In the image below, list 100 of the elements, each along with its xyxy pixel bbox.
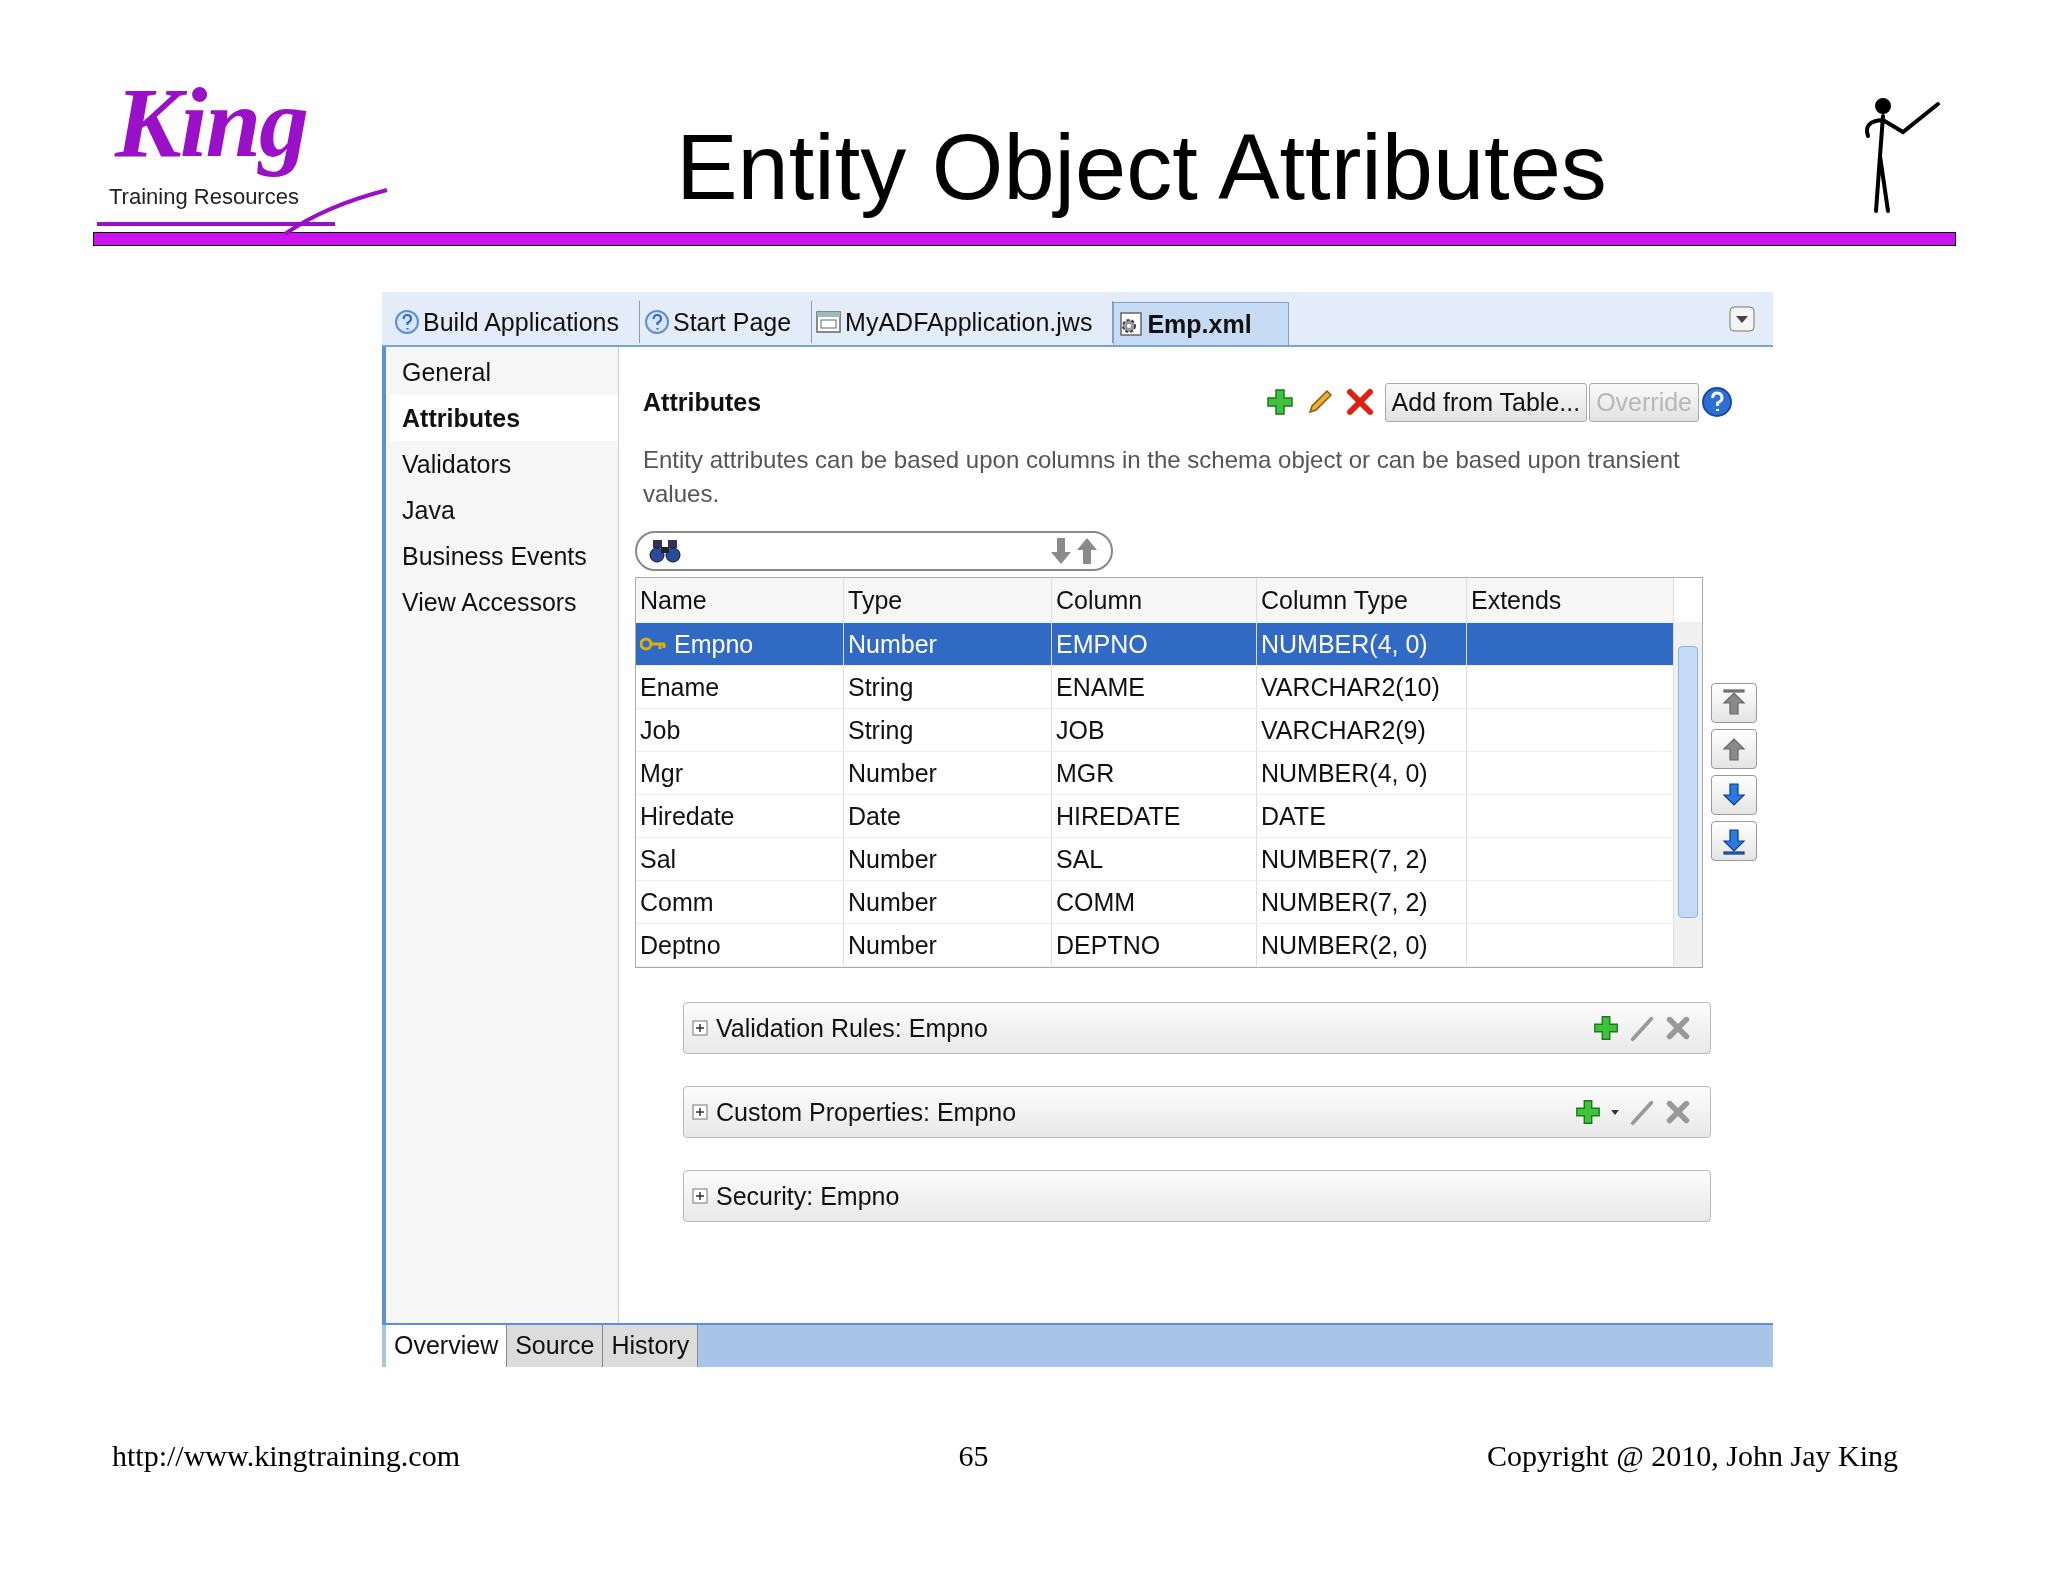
down-arrow-icon bbox=[1720, 827, 1748, 855]
table-cell: Hiredate bbox=[640, 801, 735, 831]
expand-icon[interactable] bbox=[692, 1104, 708, 1120]
logo-wordmark: King bbox=[115, 66, 309, 180]
column-header[interactable]: Type bbox=[844, 578, 1052, 622]
table-cell: Empno bbox=[674, 629, 754, 659]
table-cell: Job bbox=[640, 715, 681, 745]
delete-icon[interactable] bbox=[1664, 1098, 1692, 1126]
editor-tab[interactable]: Build Applications bbox=[390, 301, 640, 343]
table-row[interactable]: Comm Number COMM NUMBER(7, 2) bbox=[636, 881, 1674, 924]
table-cell: NUMBER(7, 2) bbox=[1261, 844, 1428, 874]
pencil-icon[interactable] bbox=[1628, 1014, 1656, 1042]
help-icon bbox=[643, 309, 670, 335]
sidebar-item[interactable]: Validators bbox=[390, 441, 618, 487]
logo-tagline: Training Resources bbox=[109, 184, 299, 210]
slide-title: Entity Object Attributes bbox=[675, 115, 1608, 220]
tab-list-button[interactable] bbox=[1729, 305, 1755, 332]
add-icon[interactable] bbox=[1592, 1014, 1620, 1042]
help-icon[interactable] bbox=[1701, 386, 1733, 418]
bottom-tab[interactable]: History bbox=[603, 1325, 699, 1367]
table-cell: NUMBER(2, 0) bbox=[1261, 930, 1428, 960]
table-cell: Mgr bbox=[640, 758, 684, 788]
delete-icon[interactable] bbox=[1344, 387, 1375, 417]
bottom-tab[interactable]: Overview bbox=[386, 1325, 508, 1367]
panel-title: Custom Properties: Empno bbox=[716, 1097, 1017, 1127]
pencil-icon[interactable] bbox=[1628, 1098, 1656, 1126]
copyright-text: Copyright @ 2010, John Jay King bbox=[1487, 1439, 1898, 1473]
sidebar-item[interactable]: General bbox=[390, 349, 618, 395]
table-row[interactable]: Hiredate Date HIREDATE DATE bbox=[636, 795, 1674, 838]
table-cell: Number bbox=[848, 844, 937, 874]
table-row[interactable]: Sal Number SAL NUMBER(7, 2) bbox=[636, 838, 1674, 881]
search-field[interactable] bbox=[635, 531, 1113, 571]
up-arrow-icon[interactable] bbox=[1075, 536, 1099, 566]
editor-tab[interactable]: Emp.xml bbox=[1113, 302, 1289, 345]
table-cell: DATE bbox=[1261, 801, 1326, 831]
binoculars-icon bbox=[649, 538, 681, 564]
table-cell: String bbox=[848, 672, 914, 702]
expand-icon[interactable] bbox=[692, 1020, 708, 1036]
move-bottom-button[interactable] bbox=[1711, 821, 1757, 861]
table-row[interactable]: Ename String ENAME VARCHAR2(10) bbox=[636, 666, 1674, 709]
table-cell: JOB bbox=[1056, 715, 1105, 745]
description-text: Entity attributes can be based upon columns in the schema object or can be based upon transient values. bbox=[643, 445, 1681, 509]
sidebar-item[interactable]: View Accessors bbox=[390, 579, 618, 625]
panel-title: Security: Empno bbox=[716, 1181, 900, 1211]
bottom-tab[interactable]: Source bbox=[507, 1325, 604, 1367]
table-cell: HIREDATE bbox=[1056, 801, 1181, 831]
table-cell: Date bbox=[848, 801, 901, 831]
expand-icon[interactable] bbox=[692, 1188, 708, 1204]
down-arrow-icon[interactable] bbox=[1049, 536, 1073, 566]
table-cell: Number bbox=[848, 887, 937, 917]
table-cell: Ename bbox=[640, 672, 720, 702]
table-cell: NUMBER(4, 0) bbox=[1261, 629, 1428, 659]
table-cell: COMM bbox=[1056, 887, 1136, 917]
table-cell: Sal bbox=[640, 844, 677, 874]
table-cell: NUMBER(7, 2) bbox=[1261, 887, 1428, 917]
table-cell: ENAME bbox=[1056, 672, 1145, 702]
table-cell: VARCHAR2(9) bbox=[1261, 715, 1426, 745]
window-icon bbox=[816, 310, 843, 334]
sidebar-item[interactable]: Java bbox=[390, 487, 618, 533]
table-row[interactable]: Mgr Number MGR NUMBER(4, 0) bbox=[636, 752, 1674, 795]
table-row[interactable]: Deptno Number DEPTNO NUMBER(2, 0) bbox=[636, 924, 1674, 967]
table-cell: String bbox=[848, 715, 914, 745]
column-header[interactable]: Extends bbox=[1467, 578, 1674, 622]
collapsible-panel[interactable]: Security: Empno bbox=[683, 1170, 1711, 1222]
dropdown-caret-icon[interactable] bbox=[1610, 1107, 1620, 1117]
collapsible-panel[interactable]: Validation Rules: Empno bbox=[683, 1002, 1711, 1054]
page-number: 65 bbox=[958, 1439, 989, 1473]
column-header[interactable]: Name bbox=[636, 578, 844, 622]
table-row[interactable]: Job String JOB VARCHAR2(9) bbox=[636, 709, 1674, 752]
editor-tab[interactable]: MyADFApplication.jws bbox=[812, 301, 1114, 343]
gear-document-icon bbox=[1118, 312, 1145, 336]
table-cell: Comm bbox=[640, 887, 714, 917]
table-cell: MGR bbox=[1056, 758, 1115, 788]
sidebar-item[interactable]: Attributes bbox=[390, 395, 618, 441]
table-cell: Number bbox=[848, 930, 937, 960]
add-icon[interactable] bbox=[1264, 387, 1295, 417]
sidebar-item[interactable]: Business Events bbox=[390, 533, 618, 579]
table-cell: DEPTNO bbox=[1056, 930, 1161, 960]
table-cell: Number bbox=[848, 629, 937, 659]
table-row[interactable]: Empno Number EMPNO NUMBER(4, 0) bbox=[636, 623, 1674, 666]
table-cell: Number bbox=[848, 758, 937, 788]
toolbar-button[interactable]: Add from Table... bbox=[1384, 382, 1588, 422]
vertical-scrollbar[interactable] bbox=[1674, 622, 1702, 967]
panel-title: Validation Rules: Empno bbox=[716, 1013, 988, 1043]
up-arrow-icon bbox=[1720, 689, 1748, 717]
column-header[interactable]: Column bbox=[1052, 578, 1257, 622]
column-header[interactable]: Column Type bbox=[1257, 578, 1467, 622]
delete-icon[interactable] bbox=[1664, 1014, 1692, 1042]
table-cell: NUMBER(4, 0) bbox=[1261, 758, 1428, 788]
editor-tab[interactable]: Start Page bbox=[639, 301, 813, 343]
add-icon[interactable] bbox=[1574, 1098, 1602, 1126]
table-cell: VARCHAR2(10) bbox=[1261, 672, 1440, 702]
table-cell: EMPNO bbox=[1056, 629, 1148, 659]
section-title: Attributes bbox=[643, 387, 763, 417]
footer-url: http://www.kingtraining.com bbox=[112, 1439, 461, 1473]
collapsible-panel[interactable]: Custom Properties: Empno bbox=[683, 1086, 1711, 1138]
table-cell: SAL bbox=[1056, 844, 1104, 874]
table-cell: Deptno bbox=[640, 930, 721, 960]
help-icon bbox=[394, 309, 420, 335]
move-down-button[interactable] bbox=[1711, 775, 1757, 815]
